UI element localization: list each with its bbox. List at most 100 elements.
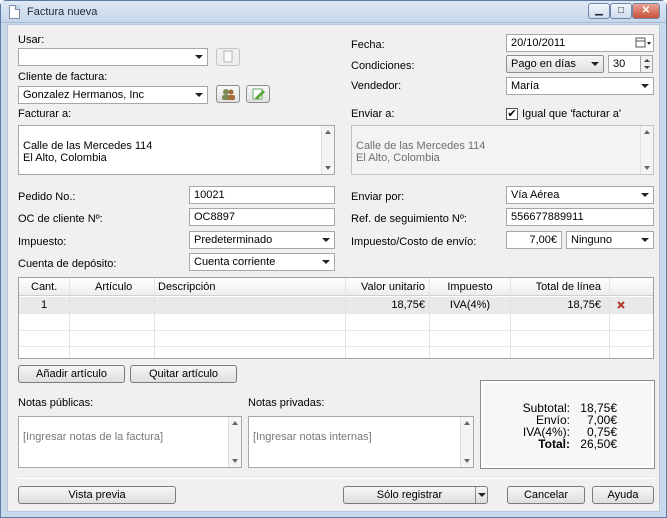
column-header-line-total[interactable]: Total de línea [513, 278, 601, 296]
scroll-up-icon [464, 421, 470, 425]
same-as-billing-checkbox[interactable]: ✔ [506, 108, 518, 120]
column-divider [429, 278, 430, 358]
title-bar[interactable]: Factura nueva ▁ □ ✕ [1, 1, 666, 23]
ship-via-value: Vía Aérea [511, 189, 560, 201]
row-item[interactable] [73, 296, 151, 314]
ship-to-address-text: Calle de las Mercedes 114 El Alto, Colom… [356, 140, 486, 164]
row-description[interactable] [158, 296, 338, 314]
chevron-down-icon [591, 62, 599, 66]
private-notes-field[interactable]: [Ingresar notas internas] [248, 416, 474, 468]
users-icon [222, 89, 235, 100]
column-divider [510, 278, 511, 358]
chevron-down-icon [478, 493, 486, 497]
bill-to-scrollbar[interactable] [321, 126, 334, 174]
customer-contacts-button[interactable] [216, 85, 240, 103]
customer-po-value: OC8897 [194, 211, 235, 223]
customer-select-value: Gonzalez Hermanos, Inc [23, 89, 145, 101]
save-options-dropdown[interactable] [475, 487, 487, 503]
template-select[interactable] [18, 48, 208, 66]
bill-to-address[interactable]: Calle de las Mercedes 114 El Alto, Colom… [18, 125, 335, 175]
vendedor-label: Vendedor: [351, 80, 402, 92]
row-line-total[interactable]: 18,75€ [513, 296, 601, 314]
scroll-up-icon [644, 130, 650, 134]
deposit-account-select[interactable]: Cuenta corriente [189, 253, 335, 271]
row-tax[interactable]: IVA(4%) [431, 296, 509, 314]
minimize-button[interactable]: ▁ [588, 3, 610, 19]
spin-down-icon [644, 66, 650, 69]
close-button[interactable]: ✕ [632, 3, 660, 19]
row-quantity[interactable]: 1 [41, 296, 65, 314]
cuenta-label: Cuenta de depósito: [18, 258, 117, 270]
salesperson-select-value: María [511, 80, 540, 92]
private-notes-scrollbar[interactable] [460, 417, 473, 467]
date-field[interactable]: 20/10/2011 [506, 34, 654, 52]
terms-select-value: Pago en días [511, 58, 576, 70]
shipping-tax-value: Ninguno [571, 234, 612, 246]
customer-select[interactable]: Gonzalez Hermanos, Inc [18, 86, 208, 104]
tracking-number-field[interactable]: 556677889911 [506, 208, 654, 226]
customer-po-field[interactable]: OC8897 [189, 208, 335, 226]
invoice-window: Factura nueva ▁ □ ✕ Usar: Cliente de fac… [0, 0, 667, 518]
public-notes-field[interactable]: [Ingresar notas de la factura] [18, 416, 242, 468]
remove-item-button[interactable]: Quitar artículo [130, 365, 237, 383]
page-icon [223, 50, 233, 63]
save-button[interactable]: Sólo registrar [343, 486, 488, 504]
grand-total-label: Total: [538, 437, 570, 451]
column-divider [609, 278, 610, 358]
order-number-value: 10021 [194, 189, 225, 201]
chevron-down-icon [195, 93, 203, 97]
deposit-account-value: Cuenta corriente [194, 256, 276, 268]
line-items-table[interactable]: Cant. Artículo Descripción Valor unitari… [18, 277, 654, 359]
scroll-up-icon [232, 421, 238, 425]
terms-days-field[interactable]: 30 [608, 55, 641, 73]
ship-to-scrollbar [640, 126, 653, 174]
row-unit-price[interactable]: 18,75€ [349, 296, 425, 314]
same-as-billing-label: Igual que 'facturar a' [522, 108, 621, 120]
public-notes-scrollbar[interactable] [228, 417, 241, 467]
template-page-button [216, 48, 240, 66]
facturar-label: Facturar a: [18, 108, 72, 120]
shipping-cost-field[interactable]: 7,00€ [506, 231, 562, 249]
enviarpor-label: Enviar por: [351, 191, 405, 203]
preview-button[interactable]: Vista previa [18, 486, 176, 504]
ref-label: Ref. de seguimiento Nº: [351, 213, 467, 225]
ship-via-select[interactable]: Vía Aérea [506, 186, 654, 204]
terms-days-spinner[interactable] [640, 55, 653, 73]
row-divider [19, 346, 653, 347]
impuesto-label: Impuesto: [18, 236, 67, 248]
column-header-item[interactable]: Artículo [95, 278, 151, 296]
bill-to-address-text: Calle de las Mercedes 114 El Alto, Colom… [23, 140, 153, 164]
shipping-tax-select[interactable]: Ninguno [566, 231, 654, 249]
help-button[interactable]: Ayuda [592, 486, 654, 504]
pencil-icon [252, 88, 265, 100]
scroll-down-icon [644, 166, 650, 170]
salesperson-select[interactable]: María [506, 77, 654, 95]
edit-customer-button[interactable] [246, 85, 270, 103]
terms-select[interactable]: Pago en días [506, 55, 604, 73]
scroll-down-icon [232, 459, 238, 463]
column-divider [154, 278, 155, 358]
tax-select-value: Predeterminado [194, 234, 273, 246]
order-number-field[interactable]: 10021 [189, 186, 335, 204]
add-item-button[interactable]: Añadir artículo [18, 365, 125, 383]
column-header-description[interactable]: Descripción [158, 278, 338, 296]
cliente-label: Cliente de factura: [18, 71, 108, 83]
column-divider [69, 278, 70, 358]
column-header-unit-price[interactable]: Valor unitario [349, 278, 425, 296]
calendar-icon[interactable] [635, 37, 651, 49]
private-notes-placeholder: [Ingresar notas internas] [253, 431, 372, 443]
column-header-quantity[interactable]: Cant. [31, 278, 67, 296]
tax-select[interactable]: Predeterminado [189, 231, 335, 249]
private-notes-label: Notas privadas: [248, 397, 325, 409]
cancel-button[interactable]: Cancelar [507, 486, 585, 504]
grand-total-value: 26,50€ [580, 437, 617, 451]
delete-row-icon[interactable] [616, 300, 626, 310]
chevron-down-icon [641, 193, 649, 197]
public-notes-label: Notas públicas: [18, 397, 94, 409]
column-header-tax[interactable]: Impuesto [431, 278, 509, 296]
oc-label: OC de cliente Nº: [18, 213, 103, 225]
maximize-button[interactable]: □ [610, 3, 632, 19]
ship-to-address: Calle de las Mercedes 114 El Alto, Colom… [351, 125, 654, 175]
row-divider [19, 330, 653, 331]
scroll-down-icon [325, 166, 331, 170]
